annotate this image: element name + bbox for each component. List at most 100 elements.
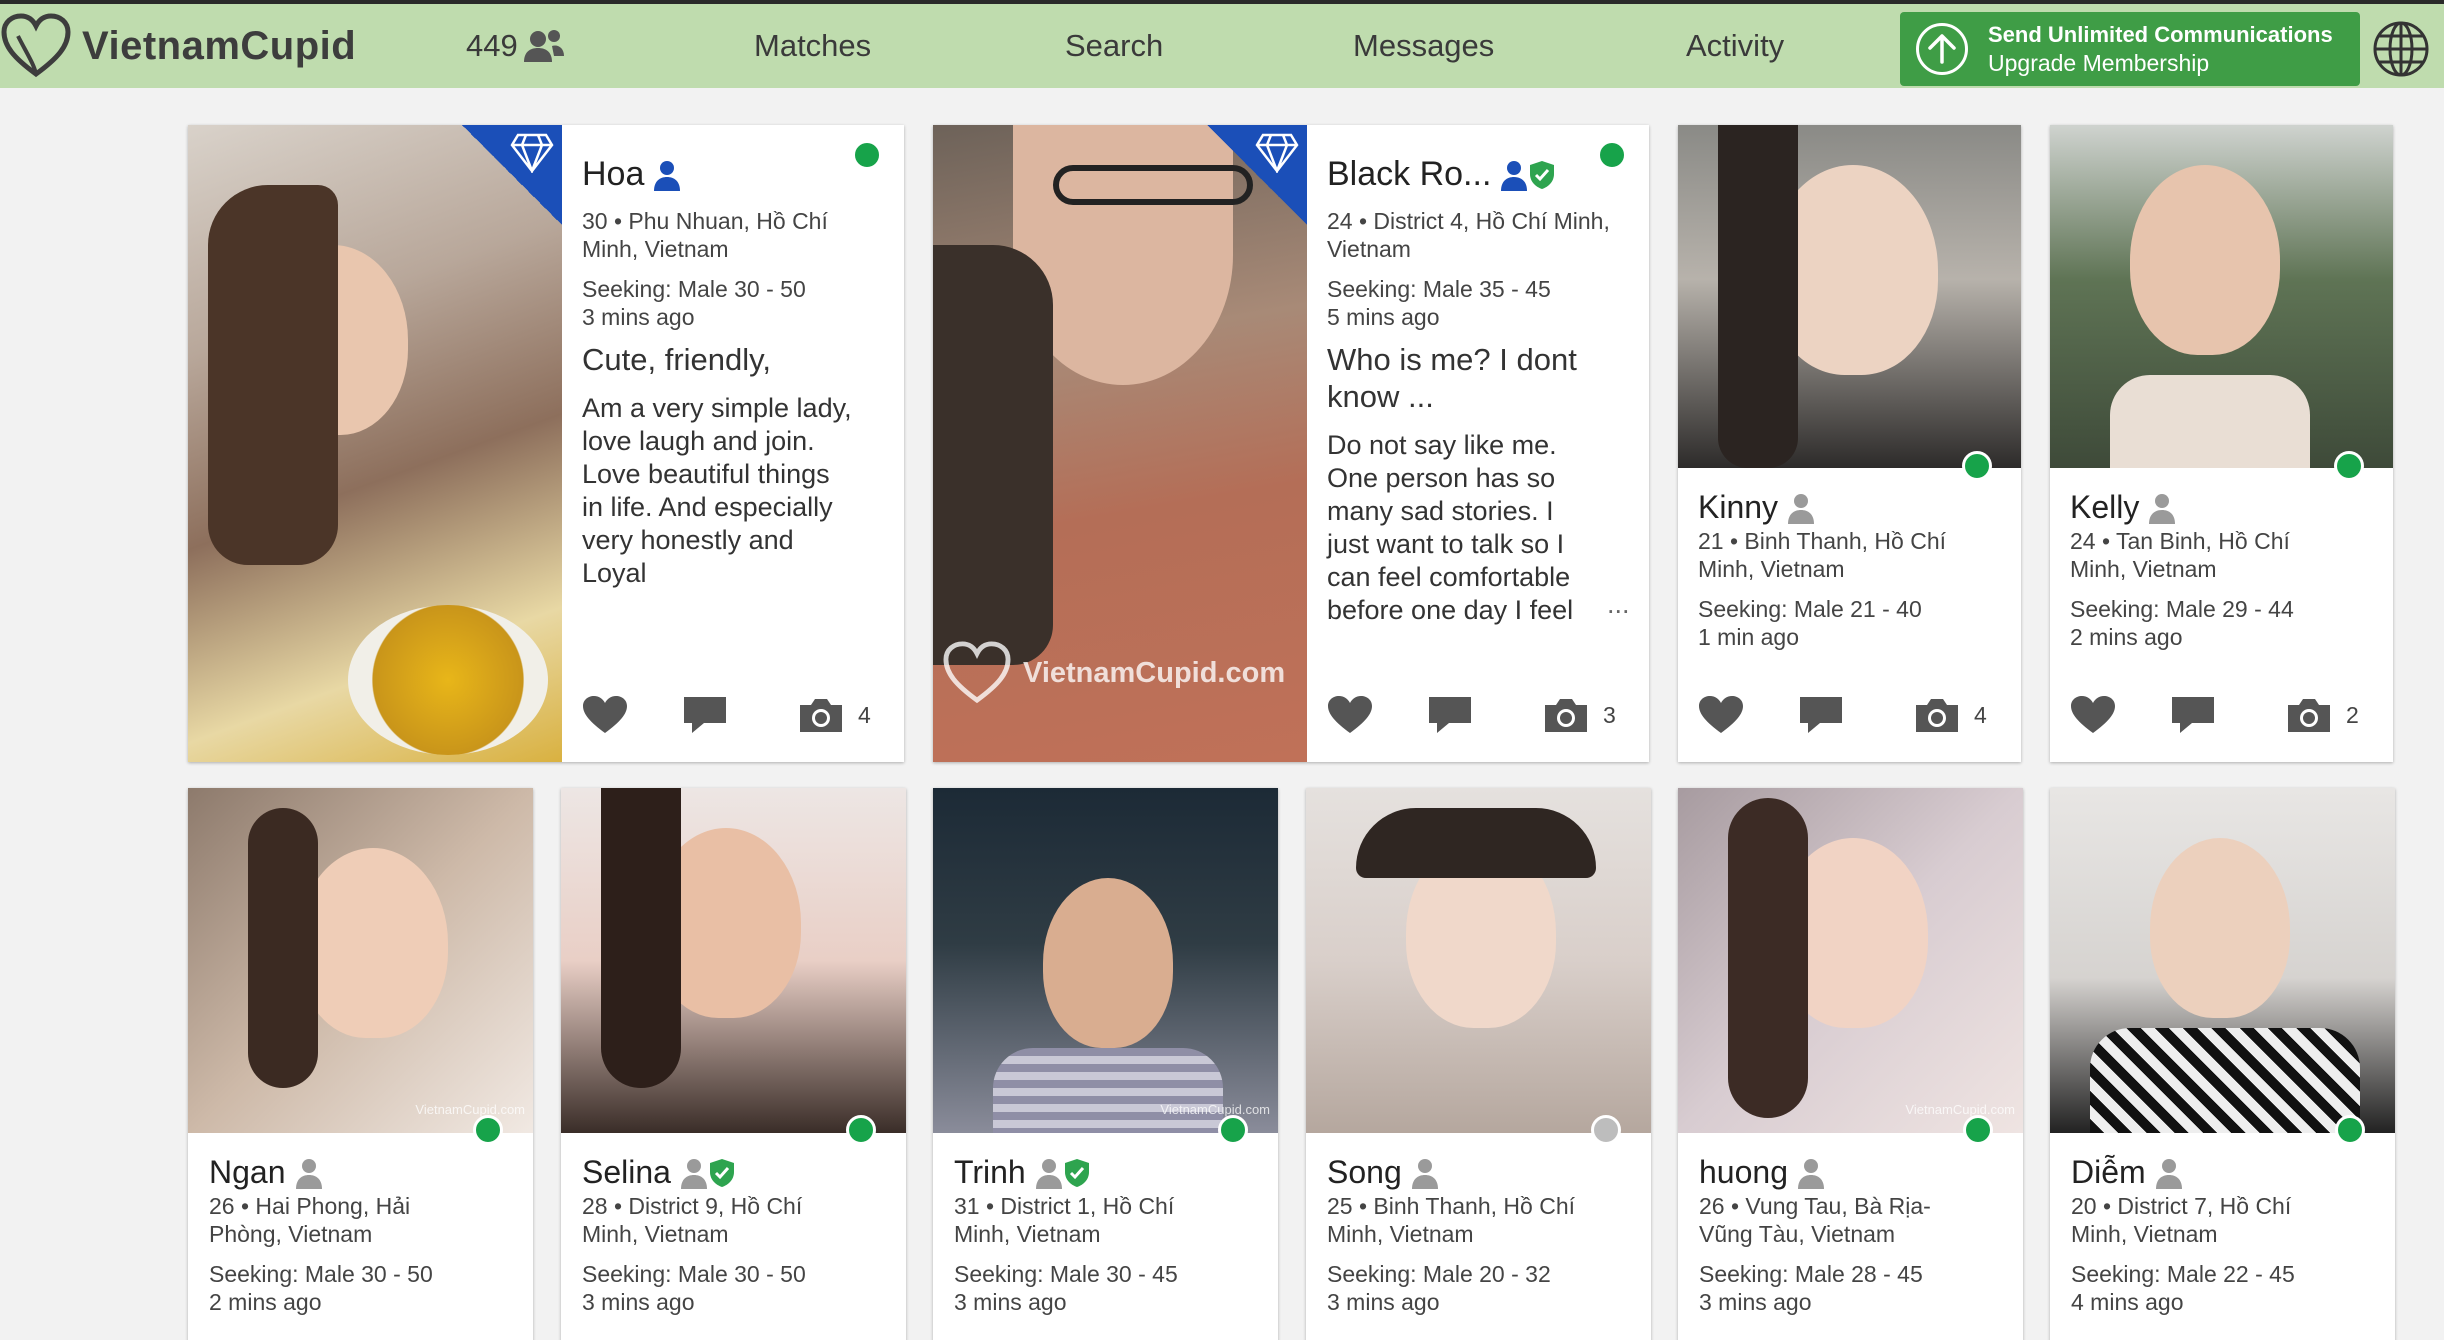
last-active-text: 4 mins ago [2071, 1289, 2184, 1315]
featured-profile-card[interactable]: Hoa 30 • Phu Nhuan, Hồ Chí Minh, Vietnam… [188, 125, 904, 762]
age-location-line2: Minh, Vietnam [2070, 556, 2217, 582]
message-bubble-icon[interactable] [2170, 695, 2216, 735]
profile-name[interactable]: Selina [582, 1154, 671, 1191]
description-line: before one day I feel [1327, 595, 1574, 625]
description-line: Loyal [582, 558, 647, 588]
profile-name[interactable]: Hoa [582, 155, 644, 194]
camera-icon[interactable] [798, 696, 844, 734]
interests-count: 449 [466, 28, 518, 63]
photo-count: 3 [1603, 701, 1616, 728]
language-globe-icon[interactable] [2372, 20, 2430, 83]
person-icon [1788, 493, 1815, 524]
online-status-dot [1962, 451, 1992, 481]
age-location-line1: 20 • District 7, Hồ Chí [2071, 1193, 2292, 1219]
profile-name[interactable]: Black Ro... [1327, 155, 1491, 194]
age-location-line1: 24 • District 4, Hồ Chí Minh, [1327, 208, 1610, 234]
seeking-text: Seeking: Male 30 - 50 [209, 1261, 433, 1287]
portrait-hair-shape [1728, 798, 1808, 1118]
people-icon [523, 30, 564, 62]
online-status-dot [1597, 140, 1627, 170]
profile-card[interactable]: Kinny 21 • Binh Thanh, Hồ Chí Minh, Viet… [1678, 125, 2021, 762]
online-status-dot [2335, 1115, 2365, 1145]
profile-card[interactable]: Diễm 20 • District 7, Hồ Chí Minh, Vietn… [2050, 788, 2395, 1340]
last-active-text: 3 mins ago [1699, 1289, 1812, 1315]
profile-name[interactable]: huong [1699, 1154, 1788, 1191]
watermark-text: VietnamCupid.com [415, 1102, 525, 1117]
brand-name: VietnamCupid [82, 23, 357, 68]
headline-line: know ... [1327, 379, 1434, 414]
top-navigation-bar: VietnamCupid 449 Matches Search Messages… [0, 4, 2444, 88]
age-location-line2: Vietnam [1327, 236, 1411, 262]
like-heart-icon[interactable] [582, 695, 628, 735]
portrait-face-shape [298, 848, 448, 1038]
profile-photo[interactable]: VietnamCupid.com [933, 125, 1307, 762]
nav-search[interactable]: Search [1065, 28, 1163, 64]
age-location-line2: Minh, Vietnam [582, 1221, 729, 1247]
profile-name[interactable]: Kinny [1698, 489, 1778, 526]
premium-ribbon [1207, 125, 1307, 225]
profile-name[interactable]: Kelly [2070, 489, 2139, 526]
profile-name[interactable]: Song [1327, 1154, 1402, 1191]
camera-icon[interactable] [1543, 696, 1589, 734]
camera-icon[interactable] [1914, 696, 1960, 734]
profile-card[interactable]: Kelly 24 • Tan Binh, Hồ Chí Minh, Vietna… [2050, 125, 2393, 762]
profile-photo[interactable] [1678, 125, 2021, 468]
age-location-line1: 28 • District 9, Hồ Chí [582, 1193, 803, 1219]
like-heart-icon[interactable] [1698, 695, 1744, 735]
profile-photo[interactable]: VietnamCupid.com [1678, 788, 2023, 1133]
diamond-icon [1255, 133, 1299, 173]
interests-counter[interactable]: 449 [466, 28, 564, 64]
portrait-face-shape [2150, 838, 2290, 1018]
photo-count: 4 [858, 701, 871, 728]
profile-photo[interactable] [1306, 788, 1651, 1133]
patterned-shirt-shape [2090, 1028, 2360, 1133]
description-line: Do not say like me. [1327, 430, 1557, 460]
profile-card[interactable]: VietnamCupid.com Trinh 31 • District 1, … [933, 788, 1278, 1340]
message-bubble-icon[interactable] [682, 695, 728, 735]
description-line: can feel comfortable [1327, 562, 1571, 592]
age-location-line2: Minh, Vietnam [954, 1221, 1101, 1247]
featured-profile-card[interactable]: VietnamCupid.com Black Ro... 24 • Distri… [933, 125, 1649, 762]
profile-name[interactable]: Diễm [2071, 1154, 2146, 1191]
online-status-dot [2334, 451, 2364, 481]
offline-status-dot [1591, 1115, 1621, 1145]
seeking-text: Seeking: Male 21 - 40 [1698, 596, 1922, 622]
profile-name[interactable]: Ngan [209, 1154, 286, 1191]
profile-photo[interactable]: VietnamCupid.com [933, 788, 1278, 1133]
site-logo[interactable]: VietnamCupid [0, 12, 356, 80]
nav-matches[interactable]: Matches [754, 28, 871, 64]
portrait-hair-shape [208, 185, 338, 565]
camera-icon[interactable] [2286, 696, 2332, 734]
like-heart-icon[interactable] [1327, 695, 1373, 735]
person-icon [1797, 1158, 1824, 1189]
verified-shield-icon [1530, 160, 1555, 189]
read-more-ellipsis[interactable]: ... [1607, 589, 1630, 620]
last-active-text: 3 mins ago [1327, 1289, 1440, 1315]
seeking-text: Seeking: Male 30 - 50 [582, 1261, 806, 1287]
age-location-line2: Minh, Vietnam [1327, 1221, 1474, 1247]
message-bubble-icon[interactable] [1798, 695, 1844, 735]
profile-name[interactable]: Trinh [954, 1154, 1026, 1191]
nav-activity[interactable]: Activity [1686, 28, 1784, 64]
portrait-hair-shape [933, 245, 1053, 665]
watermark-text: VietnamCupid.com [1160, 1102, 1270, 1117]
person-icon [1501, 160, 1528, 191]
profile-card[interactable]: Selina 28 • District 9, Hồ Chí Minh, Vie… [561, 788, 906, 1340]
profile-description: Am a very simple lady, love laugh and jo… [582, 392, 852, 590]
profile-card[interactable]: VietnamCupid.com huong 26 • Vung Tau, Bà… [1678, 788, 2023, 1340]
online-status-dot [1218, 1115, 1248, 1145]
age-location-line1: 30 • Phu Nhuan, Hồ Chí [582, 208, 828, 234]
profile-photo[interactable] [561, 788, 906, 1133]
profile-photo[interactable]: VietnamCupid.com [188, 788, 533, 1133]
profile-photo[interactable] [188, 125, 562, 762]
profile-photo[interactable] [2050, 125, 2393, 468]
upgrade-membership-button[interactable]: Send Unlimited Communications Upgrade Me… [1900, 12, 2360, 86]
nav-messages[interactable]: Messages [1353, 28, 1494, 64]
message-bubble-icon[interactable] [1427, 695, 1473, 735]
like-heart-icon[interactable] [2070, 695, 2116, 735]
profile-card[interactable]: VietnamCupid.com Ngan 26 • Hai Phong, Hả… [188, 788, 533, 1340]
profile-photo[interactable] [2050, 788, 2395, 1133]
premium-ribbon [462, 125, 562, 225]
profile-card[interactable]: Song 25 • Binh Thanh, Hồ Chí Minh, Vietn… [1306, 788, 1651, 1340]
seeking-text: Seeking: Male 22 - 45 [2071, 1261, 2295, 1287]
